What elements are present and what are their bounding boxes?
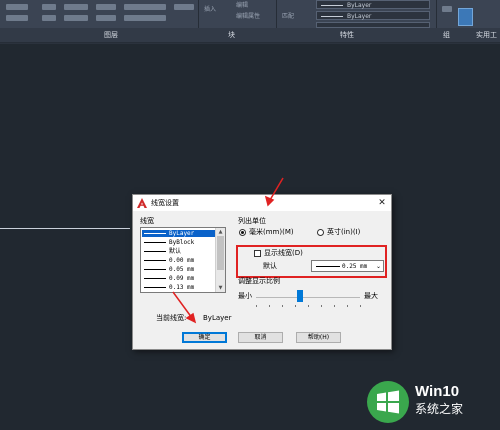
adjust-scale-label: 调整显示比例 <box>238 277 280 285</box>
layer-tool-icon[interactable] <box>124 4 166 10</box>
units-label: 列出单位 <box>238 217 266 225</box>
layer-tool-icon[interactable] <box>42 4 56 10</box>
ribbon-toolbar: 插入 编辑 编辑属性 匹配 ByLayer ByLayer <box>0 0 500 41</box>
display-scale-slider-track[interactable] <box>256 297 360 298</box>
ribbon-panel-labels: 图层 块 特性 组 实用工 <box>0 28 500 43</box>
edit-attributes-button[interactable]: 编辑属性 <box>236 13 260 21</box>
layer-tool-icon[interactable] <box>96 4 116 10</box>
layer-tool-icon[interactable] <box>64 4 88 10</box>
scroll-up-icon[interactable]: ▲ <box>216 228 225 236</box>
list-item[interactable]: ByLayer <box>142 230 215 237</box>
watermark: Win10 系统之家 <box>366 380 496 424</box>
measure-tool-button[interactable] <box>458 8 473 26</box>
default-label: 默认 <box>263 262 277 270</box>
slider-tick <box>334 305 335 307</box>
edit-button[interactable]: 编辑 <box>236 2 248 10</box>
unit-mm-radio[interactable] <box>239 229 246 236</box>
list-item[interactable]: 0.05 mm <box>142 266 215 273</box>
current-lineweight-value: ByLayer <box>203 314 232 322</box>
list-item-label: 0.00 mm <box>169 257 195 264</box>
display-lineweight-label[interactable]: 显示线宽(D) <box>264 249 303 258</box>
layer-tool-icon[interactable] <box>6 4 28 10</box>
list-item-label: 默认 <box>169 248 182 255</box>
groups-panel-label[interactable]: 组 <box>443 29 450 41</box>
help-button[interactable]: 帮助(H) <box>296 332 341 343</box>
list-scrollbar[interactable]: ▲ ▼ <box>215 228 225 292</box>
insert-button[interactable]: 插入 <box>204 6 216 14</box>
lineweight-select[interactable]: ByLayer <box>316 11 430 20</box>
default-lineweight-value: 0.25 mm <box>342 263 368 270</box>
list-item[interactable]: 默认 <box>142 248 215 255</box>
group-tool-icon[interactable] <box>442 6 452 12</box>
layer-tool-icon[interactable] <box>124 15 166 21</box>
color-select[interactable]: ByLayer <box>316 0 430 9</box>
slider-tick <box>282 305 283 307</box>
cancel-button[interactable]: 取消 <box>238 332 283 343</box>
dialog-title: 线宽设置 <box>151 199 179 207</box>
scale-max-label: 最大 <box>364 292 378 300</box>
scroll-down-icon[interactable]: ▼ <box>216 284 225 292</box>
lineweight-select-value: ByLayer <box>347 13 372 20</box>
layer-tool-icon[interactable] <box>42 15 56 21</box>
list-item-label: ByBlock <box>169 239 195 246</box>
list-item-label: 0.09 mm <box>169 275 195 282</box>
match-properties-button[interactable]: 匹配 <box>282 13 294 21</box>
autocad-logo-icon <box>137 198 147 208</box>
current-lineweight-label: 当前线宽: <box>156 314 187 322</box>
slider-tick <box>269 305 270 307</box>
default-lineweight-select[interactable]: 0.25 mm ⌄ <box>311 260 384 272</box>
slider-tick <box>256 305 257 307</box>
unit-in-radio[interactable] <box>317 229 324 236</box>
slider-tick <box>360 305 361 307</box>
scroll-thumb[interactable] <box>217 236 224 270</box>
ok-button[interactable]: 确定 <box>182 332 227 343</box>
color-select-value: ByLayer <box>347 2 372 9</box>
unit-mm-label[interactable]: 毫米(mm)(M) <box>249 228 294 237</box>
layer-tool-icon[interactable] <box>64 15 88 21</box>
win10-logo-icon <box>367 381 409 423</box>
properties-panel-label[interactable]: 特性 <box>340 29 354 41</box>
slider-tick <box>295 305 296 307</box>
dialog-title-bar[interactable]: 线宽设置 ✕ <box>133 195 391 211</box>
slider-tick <box>347 305 348 307</box>
slider-tick <box>321 305 322 307</box>
layer-tool-icon[interactable] <box>6 15 28 21</box>
drawing-line <box>0 228 130 229</box>
divider <box>0 43 500 44</box>
layer-tool-icon[interactable] <box>174 4 194 10</box>
list-item[interactable]: 0.09 mm <box>142 275 215 282</box>
lineweight-settings-dialog: 线宽设置 ✕ 线宽 ByLayer ByBlock 默认 0.00 mm 0.0… <box>132 194 392 350</box>
list-item[interactable]: 0.00 mm <box>142 257 215 264</box>
watermark-brand: Win10 <box>415 383 460 400</box>
lineweights-label: 线宽 <box>140 217 154 225</box>
list-item-label: 0.13 mm <box>169 284 195 291</box>
list-item-label: 0.05 mm <box>169 266 195 273</box>
utilities-panel-label[interactable]: 实用工 <box>476 29 497 41</box>
layer-panel-label[interactable]: 图层 <box>104 29 118 41</box>
scale-min-label: 最小 <box>238 292 252 300</box>
list-item[interactable]: 0.13 mm <box>142 284 215 291</box>
layer-tool-icon[interactable] <box>96 15 116 21</box>
block-panel-label[interactable]: 块 <box>228 29 235 41</box>
display-scale-slider-thumb[interactable] <box>297 290 303 302</box>
watermark-subtitle: 系统之家 <box>415 402 464 416</box>
slider-tick <box>308 305 309 307</box>
unit-in-label[interactable]: 英寸(in)(I) <box>327 228 360 237</box>
display-lineweight-checkbox[interactable] <box>254 250 261 257</box>
list-item-label: ByLayer <box>169 230 195 237</box>
chevron-down-icon: ⌄ <box>375 263 381 270</box>
list-item[interactable]: ByBlock <box>142 239 215 246</box>
lineweight-list[interactable]: ByLayer ByBlock 默认 0.00 mm 0.05 mm 0.09 … <box>140 227 226 293</box>
close-icon[interactable]: ✕ <box>376 197 388 209</box>
